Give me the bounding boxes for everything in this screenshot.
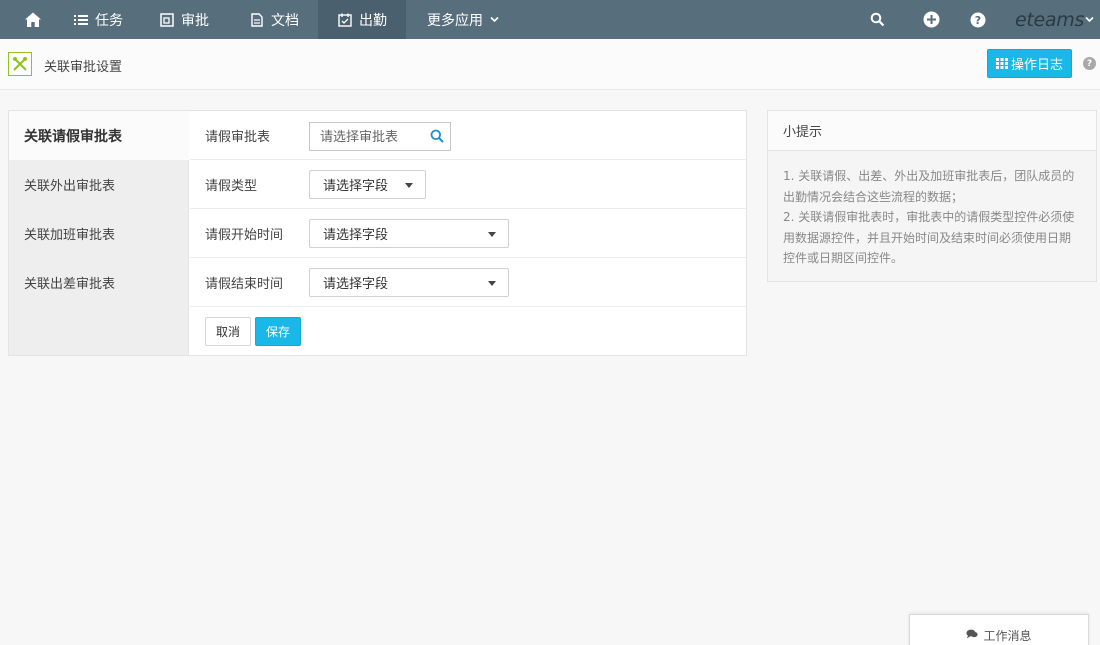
- attendance-icon: [338, 13, 352, 27]
- cancel-button[interactable]: 取消: [205, 317, 251, 346]
- tip-line: 1. 关联请假、出差、外出及加班审批表后，团队成员的出勤情况会结合这些流程的数据…: [783, 169, 1075, 204]
- add-button[interactable]: [923, 0, 940, 39]
- form-row-leave-type: 请假类型 请选择字段: [190, 160, 746, 209]
- tip-line: 2. 关联请假审批表时，审批表中的请假类型控件必须使用数据源控件，并且开始时间及…: [783, 210, 1075, 265]
- sidebar-item-business-trip[interactable]: 关联出差审批表: [9, 258, 189, 307]
- list-icon: [74, 13, 88, 27]
- tips-body: 1. 关联请假、出差、外出及加班审批表后，团队成员的出勤情况会结合这些流程的数据…: [768, 151, 1096, 269]
- grid-icon: [995, 58, 1008, 69]
- field-label: 请假结束时间: [205, 277, 284, 292]
- caret-down-icon: [405, 183, 413, 188]
- help-button[interactable]: ?: [970, 0, 986, 39]
- brand-logo: eteams: [1015, 8, 1085, 31]
- sidebar-item-label: 关联加班审批表: [24, 228, 116, 243]
- brand-menu[interactable]: eteams: [1015, 0, 1094, 39]
- caret-down-icon: [488, 281, 496, 286]
- nav-tasks[interactable]: 任务: [74, 0, 123, 39]
- nav-label: 审批: [181, 12, 209, 29]
- approval-sidebar: 关联请假审批表 关联外出审批表 关联加班审批表 关联出差审批表: [9, 111, 189, 355]
- chevron-down-icon: [1085, 15, 1094, 24]
- sidebar-item-overtime[interactable]: 关联加班审批表: [9, 209, 189, 258]
- nav-approval[interactable]: 审批: [160, 0, 209, 39]
- chevron-down-icon: [490, 15, 499, 24]
- settings-panel: 关联请假审批表 关联外出审批表 关联加班审批表 关联出差审批表 请假审批表 请假…: [8, 110, 747, 356]
- document-icon: [250, 12, 264, 27]
- operation-log-label: 操作日志: [1010, 58, 1063, 73]
- field-label: 请假审批表: [205, 130, 271, 145]
- nav-label: 文档: [271, 12, 299, 29]
- form-actions: 取消 保存: [190, 307, 746, 356]
- nav-more-apps[interactable]: 更多应用: [427, 0, 499, 39]
- sidebar-item-label: 关联外出审批表: [24, 179, 116, 194]
- nav-documents[interactable]: 文档: [250, 0, 299, 39]
- start-time-select[interactable]: 请选择字段: [309, 219, 509, 248]
- nav-label: 任务: [95, 12, 123, 29]
- work-message-tab[interactable]: 工作消息: [909, 614, 1089, 645]
- caret-down-icon: [488, 232, 496, 237]
- help-icon: ?: [970, 12, 986, 28]
- form-row-start-time: 请假开始时间 请选择字段: [190, 209, 746, 258]
- plus-circle-icon: [923, 11, 940, 28]
- tools-icon: [8, 52, 32, 76]
- approval-search-field[interactable]: [309, 122, 451, 151]
- approval-icon: [160, 12, 174, 27]
- search-button[interactable]: [870, 0, 885, 39]
- sidebar-item-outing[interactable]: 关联外出审批表: [9, 160, 189, 209]
- save-button[interactable]: 保存: [255, 317, 301, 346]
- end-time-select[interactable]: 请选择字段: [309, 268, 509, 297]
- operation-log-button[interactable]: 操作日志: [987, 49, 1072, 78]
- sidebar-item-leave[interactable]: 关联请假审批表: [9, 111, 189, 160]
- search-icon: [870, 12, 885, 27]
- nav-label: 出勤: [359, 12, 387, 29]
- field-label: 请假开始时间: [205, 228, 284, 243]
- search-icon[interactable]: [430, 129, 444, 143]
- nav-label: 更多应用: [427, 12, 483, 29]
- question-icon[interactable]: ?: [1083, 57, 1096, 70]
- select-value: 请选择字段: [323, 228, 389, 243]
- form-row-end-time: 请假结束时间 请选择字段: [190, 258, 746, 307]
- tips-title: 小提示: [768, 111, 1096, 151]
- work-message-label: 工作消息: [983, 629, 1032, 643]
- chat-icon: [966, 629, 979, 639]
- nav-attendance[interactable]: 出勤: [318, 0, 406, 39]
- svg-text:?: ?: [975, 14, 981, 27]
- field-label: 请假类型: [205, 179, 258, 194]
- leave-type-select[interactable]: 请选择字段: [309, 170, 426, 199]
- page-title: 关联审批设置: [44, 60, 123, 75]
- top-nav: 任务 审批 文档 出勤 更多应用 ? eteams: [0, 0, 1100, 39]
- sidebar-item-label: 关联出差审批表: [24, 277, 116, 292]
- home-icon: [24, 11, 42, 29]
- home-button[interactable]: [24, 0, 42, 39]
- tips-panel: 小提示 1. 关联请假、出差、外出及加班审批表后，团队成员的出勤情况会结合这些流…: [767, 110, 1097, 282]
- sidebar-item-label: 关联请假审批表: [24, 128, 122, 145]
- select-value: 请选择字段: [323, 179, 389, 194]
- page-header: 关联审批设置 操作日志: [0, 39, 1100, 90]
- form-row-approval: 请假审批表: [190, 111, 746, 160]
- approval-search-input[interactable]: [310, 123, 420, 150]
- select-value: 请选择字段: [323, 277, 389, 292]
